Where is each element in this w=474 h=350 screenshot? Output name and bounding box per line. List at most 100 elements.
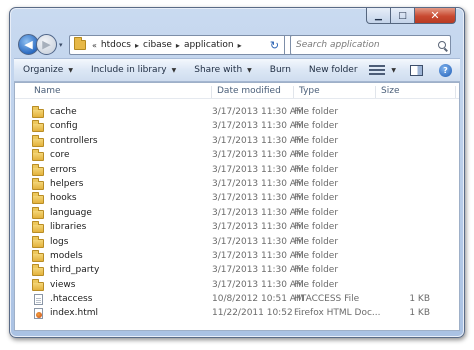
file-name: hooks (50, 193, 77, 204)
recent-pages-dropdown[interactable]: ▾ (59, 41, 63, 49)
file-name: .htaccess (50, 294, 93, 305)
file-date-modified: 3/17/2013 11:30 AM (212, 236, 304, 247)
file-type: File folder (294, 150, 339, 161)
list-item[interactable]: language 3/17/2013 11:30 AM File folder (15, 206, 459, 220)
file-list: cache 3/17/2013 11:30 AM File folder config… (15, 105, 459, 321)
list-item[interactable]: third_party 3/17/2013 11:30 AM File folder (15, 263, 459, 277)
list-item[interactable]: core 3/17/2013 11:30 AM File folder (15, 148, 459, 162)
file-date-modified: 3/17/2013 11:30 AM (212, 265, 304, 276)
file-date-modified: 3/17/2013 11:30 AM (212, 193, 304, 204)
include-in-library-button[interactable]: Include in library ▼ (82, 65, 185, 75)
folder-icon (32, 192, 45, 205)
breadcrumb-htdocs[interactable]: htdocs (101, 40, 131, 50)
file-list-pane[interactable]: Name Date modified Type Size cache 3/17/2… (14, 82, 460, 331)
file-type: File folder (294, 265, 339, 276)
file-type: File folder (294, 236, 339, 247)
new-folder-button[interactable]: New folder (300, 65, 367, 75)
file-name: logs (50, 236, 69, 247)
chevron-down-icon: ▼ (247, 66, 252, 74)
forward-button[interactable]: ▶ (36, 34, 57, 55)
change-view-icon[interactable] (369, 64, 386, 76)
file-date-modified: 3/17/2013 11:30 AM (212, 107, 304, 117)
folder-icon (32, 120, 45, 133)
file-name: cache (50, 107, 77, 117)
list-item[interactable]: index.html 11/22/2011 10:52 ... Firefox HT… (15, 306, 459, 320)
column-header-type[interactable]: Type (293, 86, 320, 98)
file-name: helpers (50, 178, 84, 189)
preview-pane-icon[interactable] (410, 64, 423, 76)
list-item[interactable]: libraries 3/17/2013 11:30 AM File folder (15, 220, 459, 234)
burn-label: Burn (269, 65, 291, 75)
list-item[interactable]: hooks 3/17/2013 11:30 AM File folder (15, 191, 459, 205)
burn-button[interactable]: Burn (261, 65, 300, 75)
refresh-icon: ↻ (269, 38, 280, 52)
breadcrumb-cibase[interactable]: cibase (143, 40, 172, 50)
column-header-date-modified[interactable]: Date modified (211, 86, 281, 98)
file-date-modified: 11/22/2011 10:52 ... (212, 308, 305, 319)
minimize-icon: ▁ (375, 10, 382, 21)
minimize-button[interactable]: ▁ (366, 8, 391, 24)
navigation-bar: ◀ ▶ ▾ « htdocs ▸ cibase ▸ application ▸ … (15, 32, 459, 58)
refresh-button[interactable]: ↻ (265, 35, 285, 55)
html-file-icon (32, 308, 45, 320)
column-header-name[interactable]: Name (29, 86, 61, 98)
file-name: errors (50, 164, 77, 175)
file-name: third_party (50, 265, 100, 276)
column-header-divider (455, 86, 461, 98)
folder-icon (32, 249, 45, 262)
close-button[interactable]: ✕ (415, 8, 456, 24)
folder-icon (32, 163, 45, 176)
file-date-modified: 3/17/2013 11:30 AM (212, 164, 304, 175)
forward-arrow-icon: ▶ (42, 38, 51, 51)
file-name: models (50, 250, 83, 261)
list-item[interactable]: views 3/17/2013 11:30 AM File folder (15, 278, 459, 292)
new-folder-label: New folder (308, 65, 358, 75)
list-item[interactable]: config 3/17/2013 11:30 AM File folder (15, 119, 459, 133)
column-headers: Name Date modified Type Size (15, 83, 459, 99)
include-in-library-label: Include in library (90, 65, 167, 75)
file-type: File folder (294, 207, 339, 218)
share-with-button[interactable]: Share with ▼ (185, 65, 261, 75)
organize-button[interactable]: Organize ▼ (14, 65, 82, 75)
file-date-modified: 3/17/2013 11:30 AM (212, 207, 304, 218)
file-type: Firefox HTML Doc... (294, 308, 381, 319)
back-arrow-icon: ◀ (24, 38, 33, 51)
file-type: File folder (294, 107, 339, 117)
breadcrumb-separator-icon[interactable]: ▸ (176, 41, 180, 50)
chevron-down-icon: ▼ (68, 66, 73, 74)
list-item[interactable]: controllers 3/17/2013 11:30 AM File folder (15, 134, 459, 148)
column-header-size[interactable]: Size (375, 86, 399, 98)
share-with-label: Share with (194, 65, 243, 75)
list-item[interactable]: cache 3/17/2013 11:30 AM File folder (15, 105, 459, 119)
file-name: config (50, 121, 78, 132)
chevron-down-icon[interactable]: ▼ (391, 67, 396, 74)
search-input[interactable]: Search application (296, 40, 434, 50)
file-date-modified: 3/17/2013 11:30 AM (212, 135, 304, 146)
list-item[interactable]: errors 3/17/2013 11:30 AM File folder (15, 163, 459, 177)
breadcrumb-separator-icon[interactable]: ▸ (135, 41, 139, 50)
list-item[interactable]: .htaccess 10/8/2012 10:51 AM HTACCESS File… (15, 292, 459, 306)
list-item[interactable]: helpers 3/17/2013 11:30 AM File folder (15, 177, 459, 191)
file-type: File folder (294, 178, 339, 189)
search-box[interactable]: Search application (290, 35, 451, 55)
breadcrumb-application[interactable]: application (184, 40, 234, 50)
folder-icon (32, 221, 45, 234)
file-name: views (50, 279, 76, 290)
help-icon[interactable]: ? (439, 63, 452, 77)
file-name: controllers (50, 135, 98, 146)
file-name: language (50, 207, 92, 218)
explorer-window: ▁ □ ✕ ◀ ▶ ▾ « htdocs ▸ cibase ▸ applicat… (9, 7, 465, 338)
file-name: index.html (50, 308, 98, 319)
breadcrumb-separator-icon[interactable]: ▸ (238, 41, 242, 50)
chevron-down-icon: ▼ (171, 66, 177, 74)
list-item[interactable]: models 3/17/2013 11:30 AM File folder (15, 249, 459, 263)
file-date-modified: 3/17/2013 11:30 AM (212, 222, 304, 233)
file-date-modified: 10/8/2012 10:51 AM (212, 294, 304, 305)
maximize-button[interactable]: □ (391, 8, 415, 24)
list-item[interactable]: logs 3/17/2013 11:30 AM File folder (15, 235, 459, 249)
file-name: core (50, 150, 70, 161)
file-type: File folder (294, 250, 339, 261)
overflow-chevron-icon[interactable]: « (92, 41, 97, 50)
search-icon[interactable] (434, 41, 450, 49)
file-name: libraries (50, 222, 87, 233)
